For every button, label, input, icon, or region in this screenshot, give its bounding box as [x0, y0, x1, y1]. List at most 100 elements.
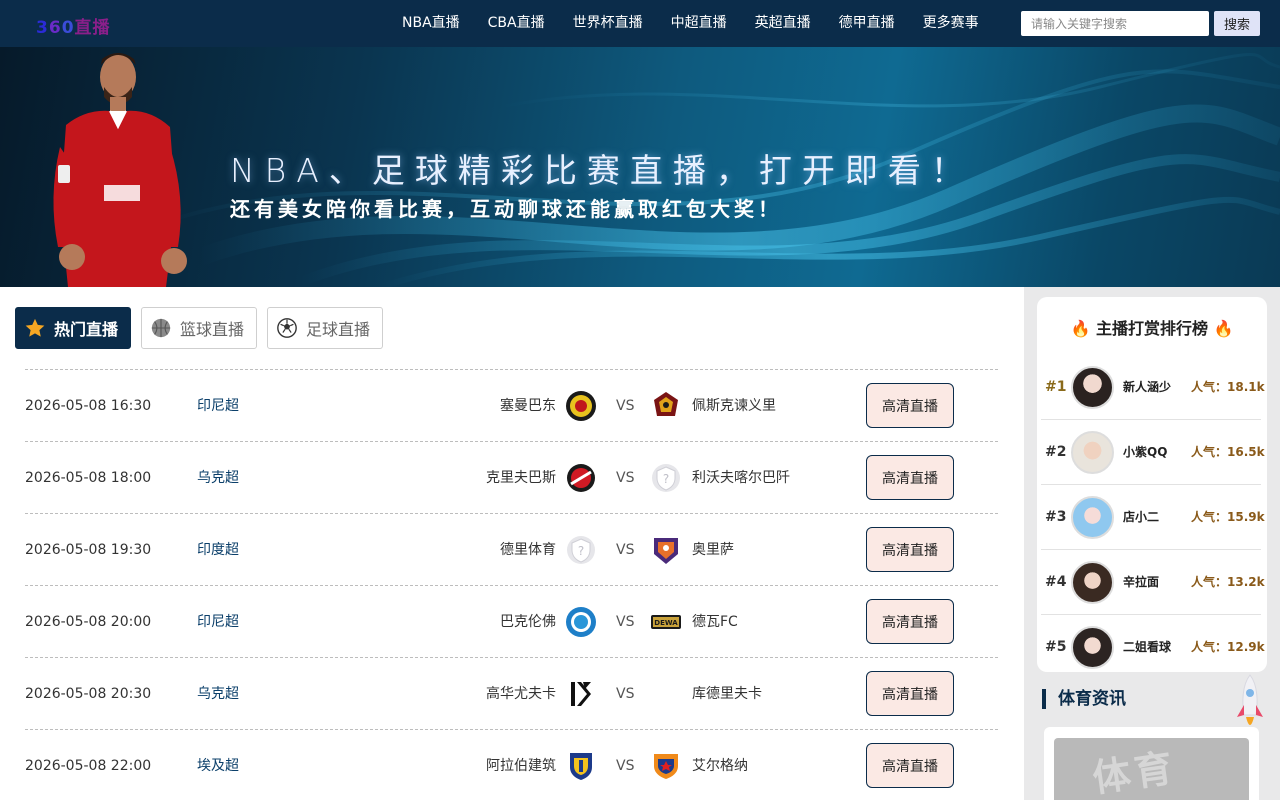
nav-link-nba[interactable]: NBA直播 — [388, 0, 474, 47]
tab-hot-live[interactable]: 热门直播 — [15, 307, 132, 349]
nav-link-csl[interactable]: 中超直播 — [657, 0, 741, 47]
match-league[interactable]: 乌克超 — [197, 658, 239, 730]
news-card[interactable]: 体育 — [1044, 727, 1259, 800]
home-team: 高华尤夫卡 — [486, 686, 556, 702]
away-team: 德瓦FC — [692, 614, 738, 630]
away-team-logo — [654, 538, 678, 564]
avatar — [1071, 626, 1114, 669]
streamer-name: 辛拉面 — [1123, 575, 1160, 589]
streamer-popularity: 人气：12.9k — [1191, 640, 1265, 654]
banner-subline: 还有美女陪你看比赛，互动聊球还能赢取红包大奖！ — [230, 197, 782, 221]
hd-live-button[interactable]: 高清直播 — [866, 671, 954, 716]
vs-label: VS — [616, 758, 635, 774]
match-panel: 热门直播 篮球直播 足球直播 2026-05-08 16:30 印尼超 塞曼巴东… — [0, 287, 1024, 800]
streamer-popularity: 人气：13.2k — [1191, 575, 1265, 589]
ranking-item[interactable]: #2 小紫QQ 人气：16.5k — [1041, 420, 1265, 485]
match-row: 2026-05-08 20:30 乌克超 高华尤夫卡 VS 库德里夫卡 高清直播 — [25, 657, 998, 729]
ranking-item[interactable]: #4 辛拉面 人气：13.2k — [1041, 550, 1265, 615]
match-row: 2026-05-08 20:00 印尼超 巴克伦佛 VS DEWA 德瓦FC 高… — [25, 585, 998, 657]
placeholder-team-logo: ? — [567, 536, 595, 564]
tab-basketball-live[interactable]: 篮球直播 — [141, 307, 258, 349]
away-team: 艾尔格纳 — [692, 758, 748, 774]
match-row: 2026-05-08 22:00 埃及超 阿拉伯建筑 VS 艾尔格纳 高清直播 — [25, 729, 998, 800]
nav-link-world-cup[interactable]: 世界杯直播 — [559, 0, 657, 47]
vs-label: VS — [616, 686, 635, 702]
nav-link-more[interactable]: 更多赛事 — [909, 0, 993, 47]
soccer-ball-icon — [277, 318, 297, 338]
match-league[interactable]: 印尼超 — [197, 586, 239, 658]
match-list: 2026-05-08 16:30 印尼超 塞曼巴东 VS 佩斯克谏义里 高清直播… — [25, 369, 998, 800]
nav-link-epl[interactable]: 英超直播 — [741, 0, 825, 47]
rank-number: #1 — [1045, 379, 1067, 395]
ranking-title: 🔥 主播打赏排行榜 🔥 — [1070, 319, 1234, 338]
match-time: 2026-05-08 18:00 — [25, 470, 152, 486]
home-team-logo — [566, 391, 596, 421]
match-time: 2026-05-08 20:30 — [25, 686, 152, 702]
match-time: 2026-05-08 19:30 — [25, 542, 152, 558]
avatar — [1071, 496, 1114, 539]
hd-live-button[interactable]: 高清直播 — [866, 455, 954, 500]
vs-label: VS — [616, 470, 635, 486]
match-row: 2026-05-08 18:00 乌克超 克里夫巴斯 VS ? 利沃夫喀尔巴阡 … — [25, 441, 998, 513]
streamer-popularity: 人气：18.1k — [1191, 380, 1265, 394]
match-league[interactable]: 印尼超 — [197, 370, 239, 442]
ranking-item[interactable]: #3 店小二 人气：15.9k — [1041, 485, 1265, 550]
home-team: 阿拉伯建筑 — [486, 758, 556, 774]
streamer-popularity: 人气：16.5k — [1191, 445, 1265, 459]
tab-soccer-live[interactable]: 足球直播 — [267, 307, 384, 349]
search-button[interactable]: 搜索 — [1214, 11, 1260, 36]
streamer-name: 新人涵少 — [1123, 380, 1172, 394]
home-team: 德里体育 — [500, 542, 556, 558]
streamer-ranking-card: 🔥 主播打赏排行榜 🔥 #1 新人涵少 人气：18.1k #2 小紫QQ 人气：… — [1037, 297, 1267, 672]
vs-label: VS — [616, 542, 635, 558]
home-team: 塞曼巴东 — [500, 398, 556, 414]
player-image — [53, 53, 187, 287]
away-team-logo: DEWA — [651, 615, 681, 629]
nav-link-bundesliga[interactable]: 德甲直播 — [825, 0, 909, 47]
match-row: 2026-05-08 16:30 印尼超 塞曼巴东 VS 佩斯克谏义里 高清直播 — [25, 369, 998, 441]
site-logo[interactable]: 360直播 — [36, 13, 111, 38]
streamer-popularity: 人气：15.9k — [1191, 510, 1265, 524]
match-league[interactable]: 埃及超 — [197, 730, 239, 800]
category-tabs: 热门直播 篮球直播 足球直播 — [15, 307, 384, 349]
sports-news-title: 体育资讯 — [1042, 689, 1126, 709]
avatar — [1071, 431, 1114, 474]
vs-label: VS — [616, 398, 635, 414]
hero-banner[interactable]: NBA、足球精彩比赛直播，打开即看！ 还有美女陪你看比赛，互动聊球还能赢取红包大… — [0, 47, 1280, 287]
match-time: 2026-05-08 22:00 — [25, 758, 152, 774]
match-league[interactable]: 乌克超 — [197, 442, 239, 514]
tab-label: 篮球直播 — [180, 320, 245, 339]
hd-live-button[interactable]: 高清直播 — [866, 527, 954, 572]
fire-icon: 🔥 — [1213, 319, 1234, 338]
rank-number: #2 — [1045, 444, 1067, 460]
home-team-logo — [571, 682, 591, 706]
nav-link-cba[interactable]: CBA直播 — [474, 0, 559, 47]
home-team-logo — [567, 464, 595, 492]
tab-label: 热门直播 — [54, 320, 119, 339]
away-team: 奥里萨 — [692, 542, 734, 558]
top-navbar: 360直播 NBA直播 CBA直播 世界杯直播 中超直播 英超直播 德甲直播 更… — [0, 0, 1280, 47]
match-league[interactable]: 印度超 — [197, 514, 239, 586]
home-team: 克里夫巴斯 — [486, 470, 556, 486]
vs-label: VS — [616, 614, 635, 630]
away-team: 利沃夫喀尔巴阡 — [692, 470, 790, 486]
avatar — [1071, 366, 1114, 409]
hd-live-button[interactable]: 高清直播 — [866, 383, 954, 428]
svg-text:DEWA: DEWA — [654, 619, 678, 627]
ranking-item[interactable]: #5 二姐看球 人气：12.9k — [1041, 615, 1265, 680]
news-thumbnail[interactable]: 体育 — [1054, 738, 1249, 800]
hd-live-button[interactable]: 高清直播 — [866, 599, 954, 644]
hd-live-button[interactable]: 高清直播 — [866, 743, 954, 788]
home-team-logo — [566, 607, 596, 637]
streamer-name: 店小二 — [1123, 510, 1160, 524]
banner-headline: NBA、足球精彩比赛直播，打开即看！ — [230, 151, 974, 190]
svg-text:?: ? — [663, 472, 669, 486]
home-team-logo — [570, 753, 592, 780]
tab-label: 足球直播 — [306, 320, 371, 339]
search-input[interactable] — [1021, 11, 1209, 36]
ranking-item[interactable]: #1 新人涵少 人气：18.1k — [1041, 355, 1265, 420]
star-icon — [25, 318, 45, 337]
back-to-top-rocket-icon[interactable] — [1234, 673, 1266, 735]
match-row: 2026-05-08 19:30 印度超 德里体育 ? VS 奥里萨 高清直播 — [25, 513, 998, 585]
rank-number: #5 — [1045, 639, 1067, 655]
